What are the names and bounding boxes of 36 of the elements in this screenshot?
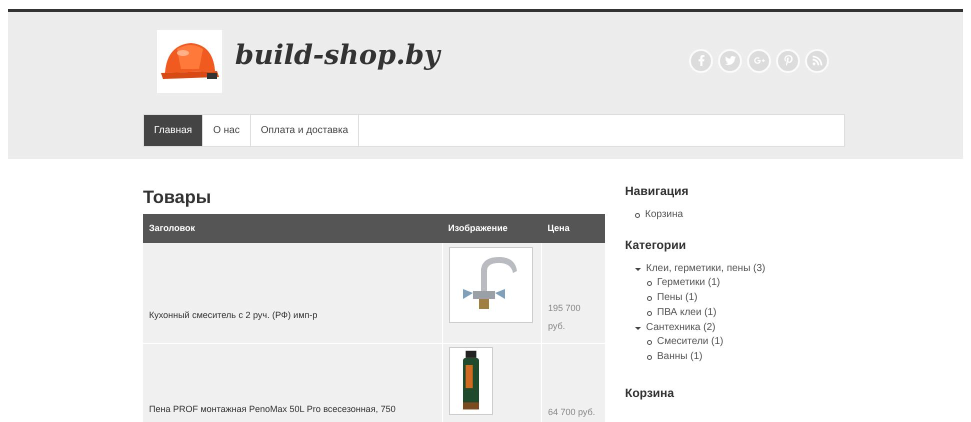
bullet-icon — [647, 354, 652, 360]
bullet-icon — [647, 280, 652, 286]
pinterest-icon[interactable] — [776, 48, 800, 72]
category-link[interactable]: Сантехника (2) — [646, 321, 716, 335]
menu-tab[interactable]: Оплата и доставка — [250, 115, 360, 146]
bullet-icon — [647, 340, 652, 344]
category-link[interactable]: Пены (1) — [657, 291, 698, 305]
category-link[interactable]: Ванны (1) — [657, 350, 702, 364]
category-link[interactable]: Клеи, герметики, пены (3) — [646, 262, 766, 276]
menu-tab[interactable]: О нас — [203, 115, 251, 146]
bullet-icon — [647, 310, 652, 316]
menu-tab[interactable]: Главная — [144, 115, 204, 146]
table-cell: Кухонный смеситель с 2 руч. (РФ) имп-р — [143, 243, 442, 343]
page-heading: Товары — [143, 186, 212, 209]
navigation-link[interactable]: Корзина — [645, 208, 684, 222]
bullet-icon — [635, 212, 640, 218]
caret-icon[interactable] — [635, 326, 641, 332]
category-link[interactable]: ПВА клеи (1) — [657, 306, 716, 320]
sidebar-heading: Категории — [625, 238, 687, 252]
table-cell: 64 700 руб. — [541, 343, 605, 422]
rss-icon[interactable] — [805, 48, 829, 72]
column-header: Изображение — [442, 214, 542, 243]
twitter-icon[interactable] — [718, 48, 742, 72]
column-header: Заголовок — [143, 214, 442, 243]
category-link[interactable]: Смесители (1) — [657, 335, 724, 349]
column-header: Цена — [541, 214, 605, 243]
category-link[interactable]: Герметики (1) — [657, 276, 720, 290]
sidebar-heading: Корзина — [625, 386, 676, 400]
table-cell: Пена PROF монтажная PenoMax 50L Pro всесезонная, 750 — [143, 343, 442, 422]
bullet-icon — [647, 296, 652, 300]
google-plus-icon[interactable] — [747, 48, 771, 72]
caret-icon[interactable] — [635, 268, 641, 274]
site-title[interactable]: build-shop.by — [235, 36, 440, 77]
facebook-icon[interactable] — [689, 48, 713, 72]
table-cell: 195 700 руб. — [541, 243, 605, 343]
sidebar-heading: Навигация — [625, 184, 690, 198]
